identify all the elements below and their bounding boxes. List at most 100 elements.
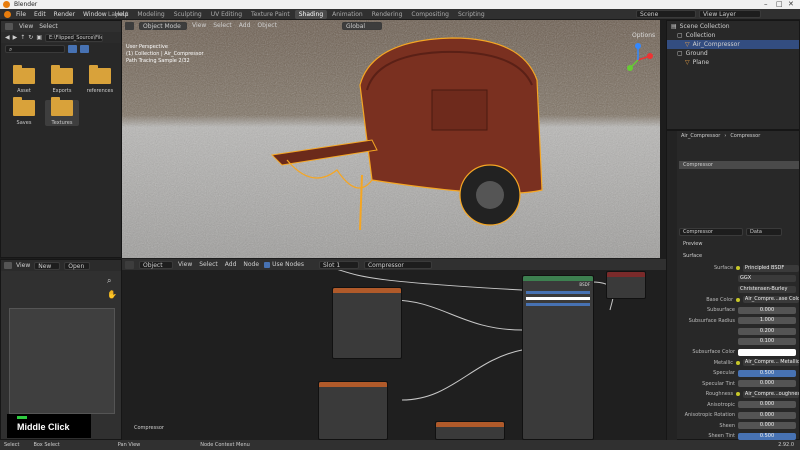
- workspace-tab-animation[interactable]: Animation: [328, 10, 367, 19]
- property-value[interactable]: Air_Compre...oughness.tga: [742, 390, 799, 398]
- maximize-icon[interactable]: □: [776, 0, 783, 9]
- property-value[interactable]: 0.000: [738, 422, 796, 430]
- image-canvas[interactable]: [9, 308, 115, 414]
- property-value[interactable]: [738, 348, 796, 356]
- outliner-item[interactable]: ▢ Ground: [667, 49, 799, 58]
- viewport-3d[interactable]: Object Mode View Select Add Object Global O…: [122, 20, 660, 258]
- navigation-gizmo[interactable]: [620, 42, 656, 78]
- workspace-tab-uv-editing[interactable]: UV Editing: [207, 10, 246, 19]
- viewport-menu-add[interactable]: Add: [239, 22, 251, 29]
- property-value[interactable]: 0.100: [738, 338, 796, 346]
- property-value[interactable]: 0.500: [738, 369, 796, 377]
- node-menu-node[interactable]: Node: [243, 261, 259, 268]
- workspace-tab-sculpting[interactable]: Sculpting: [170, 10, 206, 19]
- close-icon[interactable]: ✕: [788, 0, 794, 9]
- editor-type-icon[interactable]: [4, 262, 12, 269]
- node-menu-select[interactable]: Select: [199, 261, 218, 268]
- mode-selector[interactable]: Object Mode: [139, 21, 187, 30]
- viewport-menu-object[interactable]: Object: [257, 22, 277, 29]
- folder-item[interactable]: Saves: [7, 97, 41, 126]
- property-value[interactable]: GGX: [738, 275, 796, 283]
- parent-dir-icon[interactable]: ↑: [20, 34, 25, 41]
- menu-render[interactable]: Render: [54, 11, 75, 18]
- editor-type-icon[interactable]: [5, 23, 13, 30]
- viewport-menu-view[interactable]: View: [192, 22, 206, 29]
- property-value[interactable]: 0.000: [738, 306, 796, 314]
- workspace-tab-layout[interactable]: Layout: [104, 10, 132, 19]
- new-folder-icon[interactable]: ▣: [36, 34, 42, 41]
- property-value[interactable]: Air_Compre...ase Color.tga: [742, 296, 799, 304]
- outliner-root[interactable]: ▤ Scene Collection: [667, 21, 799, 31]
- socket-icon[interactable]: [736, 360, 740, 365]
- path-field[interactable]: E:\Flipped_Source\Files: [44, 33, 103, 42]
- socket-icon[interactable]: [736, 392, 740, 397]
- outliner-item[interactable]: ▢ Collection: [667, 31, 799, 40]
- view-layer-selector[interactable]: View Layer: [699, 10, 761, 18]
- image-texture-node[interactable]: [435, 421, 505, 440]
- socket-icon[interactable]: [736, 297, 740, 302]
- forward-arrow-icon[interactable]: ▶: [13, 34, 18, 41]
- node-editor-panel[interactable]: Object View Select Add Node Use Nodes Slot …: [122, 259, 666, 440]
- image-texture-node[interactable]: [332, 287, 402, 359]
- outliner-item[interactable]: ▽ Air_Compressor: [667, 40, 799, 49]
- socket-icon[interactable]: [736, 266, 740, 271]
- node-menu-add[interactable]: Add: [225, 261, 237, 268]
- material-output-node[interactable]: [606, 271, 646, 299]
- scene-selector[interactable]: Scene: [636, 10, 696, 18]
- workspace-tab-shading[interactable]: Shading: [294, 10, 328, 19]
- workspace-tab-scripting[interactable]: Scripting: [454, 10, 489, 19]
- search-input[interactable]: ⌕: [5, 44, 65, 53]
- workspace-tab-texture-paint[interactable]: Texture Paint: [247, 10, 294, 19]
- back-arrow-icon[interactable]: ◀: [5, 34, 10, 41]
- transform-orientation[interactable]: Global: [341, 21, 382, 30]
- menu-edit[interactable]: Edit: [34, 11, 46, 18]
- folder-item[interactable]: Asset: [7, 65, 41, 94]
- property-value[interactable]: 0.500: [738, 432, 796, 440]
- property-value[interactable]: 0.000: [738, 401, 796, 409]
- filter-icon[interactable]: [80, 44, 89, 53]
- principled-bsdf-node[interactable]: BSDF: [522, 275, 594, 440]
- fb-menu-view[interactable]: View: [19, 23, 33, 30]
- fb-menu-select[interactable]: Select: [39, 23, 58, 30]
- property-value[interactable]: Christensen-Burley: [738, 285, 796, 293]
- material-selector[interactable]: Compressor: [363, 260, 432, 269]
- ie-menu-view[interactable]: View: [16, 262, 30, 269]
- display-mode-icon[interactable]: [68, 44, 77, 53]
- pan-hand-icon[interactable]: ✋: [107, 290, 117, 299]
- property-value[interactable]: Principled BSDF: [742, 264, 799, 272]
- slot-selector[interactable]: Slot 1: [318, 260, 359, 269]
- options-button[interactable]: Options: [632, 32, 655, 39]
- workspace-tab-compositing[interactable]: Compositing: [407, 10, 453, 19]
- outliner-item[interactable]: ▽ Plane: [667, 58, 799, 67]
- use-nodes-checkbox[interactable]: [264, 261, 271, 268]
- zoom-icon[interactable]: ⌕: [107, 276, 111, 286]
- workspace-tab-rendering[interactable]: Rendering: [368, 10, 407, 19]
- preview-section[interactable]: Preview: [683, 241, 702, 247]
- property-value[interactable]: 0.200: [738, 327, 796, 335]
- image-texture-node[interactable]: [318, 381, 388, 440]
- material-slot-item[interactable]: Compressor: [679, 161, 799, 169]
- property-value[interactable]: Air_Compre... Metallic.tga: [742, 359, 799, 367]
- folder-item[interactable]: Textures: [45, 97, 79, 126]
- link-data-dropdown[interactable]: Data: [746, 228, 782, 236]
- menu-file[interactable]: File: [16, 11, 26, 18]
- refresh-icon[interactable]: ↻: [28, 34, 33, 41]
- property-value[interactable]: 0.000: [738, 411, 796, 419]
- shader-type-selector[interactable]: Object: [139, 260, 173, 269]
- minimize-icon[interactable]: –: [764, 0, 768, 9]
- editor-type-icon[interactable]: [125, 260, 134, 269]
- property-label: Surface: [714, 265, 734, 272]
- node-menu-view[interactable]: View: [178, 261, 192, 268]
- open-image-button[interactable]: Open: [64, 261, 91, 270]
- new-image-button[interactable]: New: [34, 261, 61, 270]
- property-value[interactable]: 1.000: [738, 317, 796, 325]
- property-row: Specular 0.500: [679, 368, 799, 379]
- material-name-field[interactable]: Compressor: [679, 228, 743, 236]
- workspace-tab-modeling[interactable]: Modeling: [133, 10, 168, 19]
- property-value[interactable]: 0.000: [738, 380, 796, 388]
- viewport-menu-select[interactable]: Select: [213, 22, 232, 29]
- editor-type-icon[interactable]: [125, 21, 134, 30]
- folder-item[interactable]: Exports: [45, 65, 79, 94]
- folder-item[interactable]: references: [83, 65, 117, 94]
- surface-section[interactable]: Surface: [683, 253, 702, 259]
